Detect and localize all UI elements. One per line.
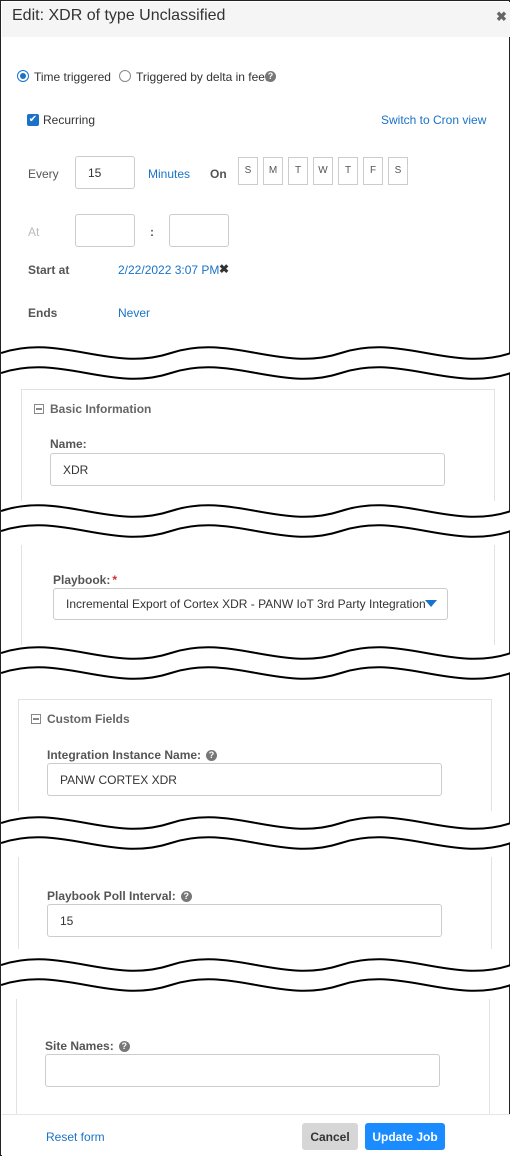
at-separator: : (150, 225, 154, 239)
poll-interval-label-text: Playbook Poll Interval: (47, 889, 176, 903)
day-friday[interactable]: F (363, 157, 383, 185)
section-border-left (21, 545, 22, 645)
time-triggered-label[interactable]: Time triggered (34, 70, 111, 84)
recurring-label[interactable]: Recurring (43, 113, 95, 127)
dropdown-arrow-icon[interactable] (425, 600, 437, 607)
update-job-button[interactable]: Update Job (365, 1123, 445, 1150)
section-border-left (16, 999, 17, 1114)
section-border-right (494, 545, 495, 645)
name-input[interactable]: XDR (50, 453, 445, 486)
clear-start-icon[interactable]: ✖ (219, 262, 229, 276)
custom-fields-title: Custom Fields (47, 712, 130, 726)
site-names-input[interactable] (45, 1054, 440, 1087)
playbook-label-text: Playbook: (53, 573, 111, 587)
torn-edge-divider (1, 504, 510, 538)
section-border-right (491, 857, 492, 949)
day-saturday[interactable]: S (388, 157, 408, 185)
torn-edge-divider (1, 816, 510, 850)
day-wednesday[interactable]: W (313, 157, 333, 185)
poll-interval-input[interactable]: 15 (47, 904, 442, 937)
at-minute-input[interactable] (169, 214, 229, 247)
dialog-title: Edit: XDR of type Unclassified (12, 7, 226, 24)
torn-edge-divider (1, 646, 510, 680)
site-names-label-text: Site Names: (45, 1039, 114, 1053)
every-input[interactable]: 15 (75, 156, 135, 189)
day-thursday[interactable]: T (338, 157, 358, 185)
recurring-checkbox[interactable]: ✔ (27, 114, 39, 126)
day-tuesday[interactable]: T (288, 157, 308, 185)
playbook-select[interactable]: Incremental Export of Cortex XDR - PANW … (53, 588, 448, 620)
weekday-picker: S M T W T F S (238, 157, 408, 185)
instance-name-label-text: Integration Instance Name: (47, 748, 202, 762)
every-label: Every (28, 167, 59, 181)
at-label: At (28, 225, 40, 239)
ends-label: Ends (28, 306, 58, 320)
start-at-value[interactable]: 2/22/2022 3:07 PM (118, 263, 219, 277)
instance-name-input[interactable]: PANW CORTEX XDR (47, 763, 442, 796)
playbook-selected-value: Incremental Export of Cortex XDR - PANW … (66, 597, 426, 611)
help-icon[interactable]: ? (180, 890, 192, 902)
radio-delta-triggered[interactable] (119, 70, 131, 82)
help-icon[interactable]: ? (265, 71, 276, 82)
radio-time-triggered[interactable] (17, 70, 29, 82)
reset-form-link[interactable]: Reset form (46, 1130, 105, 1144)
help-icon[interactable]: ? (206, 749, 218, 761)
custom-fields-header[interactable]: Custom Fields (31, 712, 130, 726)
section-border-left (18, 857, 19, 949)
torn-edge-divider (1, 958, 510, 992)
name-label: Name: (50, 437, 87, 451)
switch-cron-link[interactable]: Switch to Cron view (381, 113, 486, 127)
at-hour-input[interactable] (75, 214, 135, 247)
delta-triggered-label[interactable]: Triggered by delta in feed (136, 70, 272, 84)
on-label: On (210, 167, 227, 181)
required-marker: * (112, 573, 118, 587)
basic-information-title: Basic Information (50, 402, 152, 416)
section-border-right (489, 999, 490, 1114)
collapse-icon[interactable] (34, 404, 44, 414)
poll-interval-label: Playbook Poll Interval: ? (47, 889, 192, 903)
edit-job-dialog: Edit: XDR of type Unclassified ✖ Time tr… (0, 0, 510, 1156)
collapse-icon[interactable] (31, 714, 41, 724)
help-icon[interactable]: ? (118, 1040, 130, 1052)
day-monday[interactable]: M (263, 157, 283, 185)
close-icon[interactable]: ✖ (496, 9, 507, 25)
minutes-unit-link[interactable]: Minutes (148, 167, 190, 181)
basic-information-header[interactable]: Basic Information (34, 402, 151, 416)
playbook-label: Playbook: * (53, 573, 117, 587)
ends-value[interactable]: Never (118, 306, 150, 320)
cancel-button[interactable]: Cancel (302, 1123, 358, 1150)
site-names-label: Site Names: ? (45, 1039, 130, 1053)
start-at-label: Start at (28, 263, 70, 277)
torn-edge-divider (1, 346, 510, 380)
day-sunday[interactable]: S (238, 157, 258, 185)
instance-name-label: Integration Instance Name: ? (47, 748, 218, 762)
